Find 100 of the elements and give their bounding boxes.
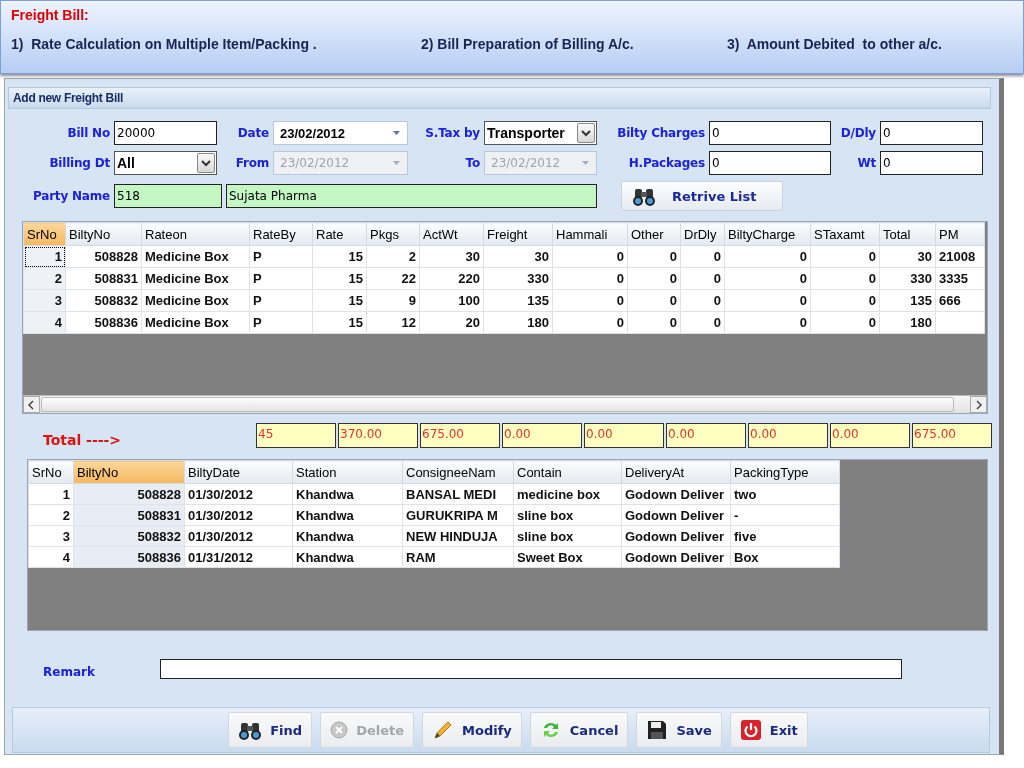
table-cell: - <box>730 504 840 526</box>
table-cell: Khandwa <box>292 525 403 547</box>
delete-icon <box>330 721 349 739</box>
feature-point: 2) Bill Preparation of Billing A/c. <box>421 36 635 52</box>
input-field[interactable]: 0 <box>709 151 831 175</box>
table-cell: 0 <box>680 311 725 334</box>
table-cell: two <box>730 483 840 505</box>
total-field: 0.00 <box>748 423 828 448</box>
remark-field[interactable] <box>160 659 902 679</box>
horizontal-scrollbar[interactable] <box>23 395 987 413</box>
column-header[interactable]: Freight <box>483 222 553 246</box>
column-header[interactable]: DrDly <box>680 222 725 246</box>
column-header[interactable]: Total <box>879 222 936 246</box>
dropdown-field[interactable]: All <box>114 151 217 175</box>
power-icon <box>739 719 762 741</box>
table-cell: 508831 <box>65 267 142 290</box>
toolbar-button[interactable]: Find <box>228 712 313 748</box>
toolbar-button[interactable]: Save <box>636 712 722 748</box>
table-cell: five <box>730 525 840 547</box>
scroll-left-button[interactable] <box>23 396 40 413</box>
column-header[interactable]: Rate <box>312 222 367 246</box>
field-label: D/Dly <box>840 126 876 140</box>
input-field[interactable]: 20000 <box>114 121 217 145</box>
column-header[interactable]: Station <box>292 460 403 484</box>
table-cell: P <box>249 289 313 312</box>
table-cell: GURUKRIPA M <box>402 504 514 526</box>
input-field[interactable]: 0 <box>880 151 983 175</box>
party-name-field[interactable]: Sujata Pharma <box>226 184 597 208</box>
party-code-field[interactable]: 518 <box>114 184 222 208</box>
toolbar-button[interactable]: Modify <box>422 712 522 748</box>
table-cell: Godown Deliver <box>621 504 731 526</box>
column-header[interactable]: Contain <box>513 460 622 484</box>
column-header[interactable]: Pkgs <box>366 222 420 246</box>
column-header[interactable]: PackingType <box>730 460 840 484</box>
total-field: 0.00 <box>502 423 582 448</box>
table-cell: 2 <box>23 267 66 290</box>
total-field: 45 <box>256 423 336 448</box>
table-cell: Khandwa <box>292 546 403 568</box>
date-picker[interactable]: 23/02/2012 <box>273 121 408 145</box>
window-title: Add new Freight Bill <box>13 91 123 105</box>
total-field: 675.00 <box>912 423 992 448</box>
table-cell: P <box>249 311 313 334</box>
table-cell: BANSAL MEDI <box>402 483 514 505</box>
table-cell: 15 <box>312 267 367 290</box>
column-header[interactable]: Hammali <box>552 222 628 246</box>
column-header[interactable]: Other <box>627 222 681 246</box>
toolbar-button[interactable]: Cancel <box>529 712 629 748</box>
total-field: 0.00 <box>830 423 910 448</box>
field-label: Billing Dt <box>49 156 110 170</box>
table-cell: 0 <box>724 245 811 268</box>
table-cell: Godown Deliver <box>621 525 731 547</box>
table-cell: 01/30/2012 <box>184 483 293 505</box>
column-header[interactable]: BiltyCharge <box>724 222 811 246</box>
column-header[interactable]: BiltyNo <box>65 222 142 246</box>
table-cell: 4 <box>23 311 66 334</box>
dropdown-arrow-icon <box>392 160 401 166</box>
table-cell: 2 <box>366 245 420 268</box>
table-cell: Box <box>730 546 840 568</box>
table-cell: 0 <box>680 245 725 268</box>
column-header[interactable]: BiltyDate <box>184 460 293 484</box>
table-cell: 180 <box>879 311 936 334</box>
table-cell: Medicine Box <box>141 267 250 290</box>
table-cell: NEW HINDUJA <box>402 525 514 547</box>
column-header[interactable]: Rateon <box>141 222 250 246</box>
table-cell: 508836 <box>65 311 142 334</box>
feature-point: 1) Rate Calculation on Multiple Item/Packing . <box>11 36 318 52</box>
column-header[interactable]: ConsigneeNam <box>402 460 514 484</box>
table-cell: 135 <box>879 289 936 312</box>
column-header[interactable]: SrNo <box>28 460 74 484</box>
table-cell: medicine box <box>513 483 622 505</box>
table-cell: 22 <box>366 267 420 290</box>
table-cell: P <box>249 245 313 268</box>
input-field[interactable]: 0 <box>709 121 831 145</box>
column-header[interactable]: DeliveryAt <box>621 460 731 484</box>
table-cell: 15 <box>312 245 367 268</box>
table-cell: 01/30/2012 <box>184 525 293 547</box>
table-cell: 9 <box>366 289 420 312</box>
input-field[interactable]: 0 <box>880 121 983 145</box>
table-cell: 4 <box>28 546 74 568</box>
toolbar-button[interactable]: Exit <box>729 712 808 748</box>
total-field: 675.00 <box>420 423 500 448</box>
column-header[interactable]: STaxamt <box>810 222 880 246</box>
dropdown-field[interactable]: Transporter <box>484 121 597 145</box>
table-cell: Medicine Box <box>141 245 250 268</box>
scroll-right-button[interactable] <box>970 396 987 413</box>
column-header[interactable]: BiltyNo <box>73 460 185 484</box>
field-label: Bill No <box>67 126 110 140</box>
table-cell: sline box <box>513 525 622 547</box>
table-cell: 01/31/2012 <box>184 546 293 568</box>
retrieve-list-button[interactable]: Retrive List <box>621 181 783 211</box>
table-cell: 0 <box>680 267 725 290</box>
column-header[interactable]: SrNo <box>23 222 66 246</box>
column-header[interactable]: RateBy <box>249 222 313 246</box>
table-cell: 30 <box>483 245 553 268</box>
column-header[interactable]: ActWt <box>419 222 484 246</box>
column-header[interactable]: PM <box>935 222 985 246</box>
dropdown-arrow-icon <box>581 160 590 166</box>
table-cell: 20 <box>419 311 484 334</box>
field-label: S.Tax by <box>425 126 480 140</box>
table-cell: Khandwa <box>292 504 403 526</box>
